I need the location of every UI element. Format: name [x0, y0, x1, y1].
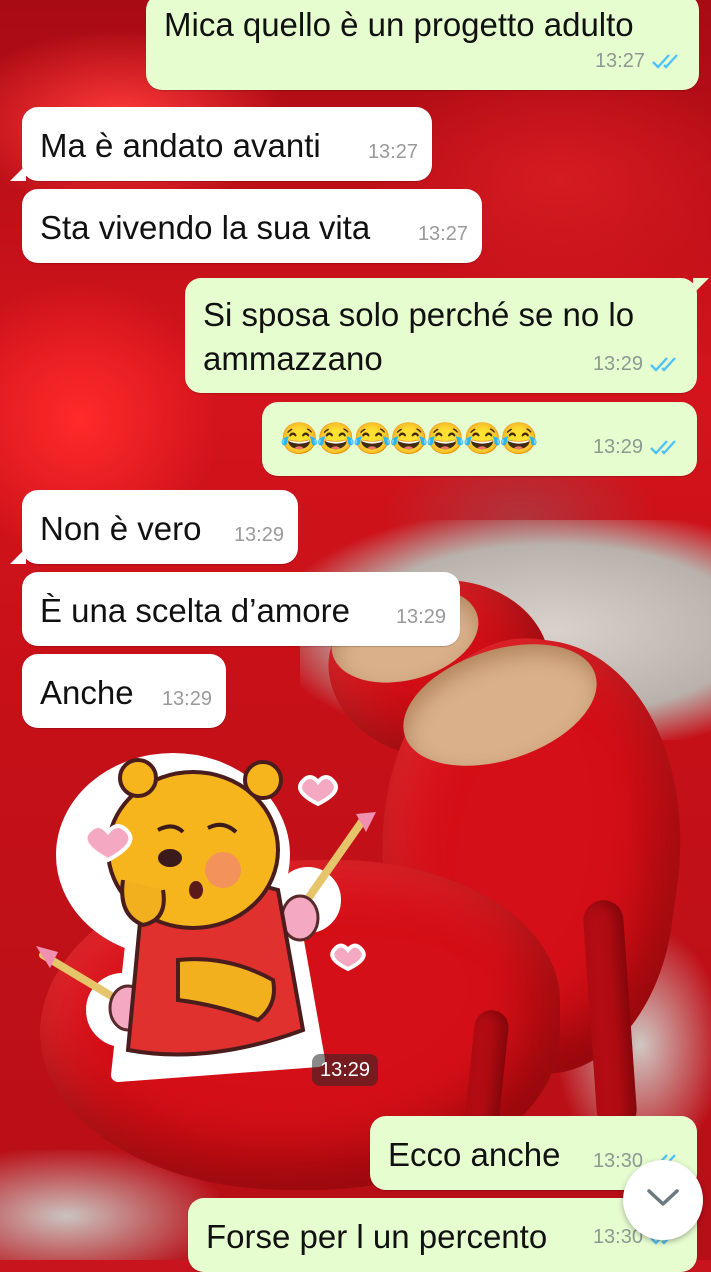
message-meta: 13:29	[162, 678, 212, 720]
message-bubble[interactable]: 😂😂😂😂😂😂😂 13:29	[262, 402, 697, 476]
sticker-time: 13:29	[312, 1054, 379, 1086]
message-text-line1: Si sposa solo perché se no lo	[203, 296, 635, 333]
message-text-line2: ammazzano	[203, 340, 383, 377]
message-list[interactable]: Mica quello è un progetto adulto 13:27 M…	[0, 0, 711, 1272]
message-meta: 13:27	[368, 131, 418, 173]
message-text: Forse per l un percento	[206, 1218, 548, 1255]
message-text: Ma è andato avanti	[40, 127, 321, 164]
message-meta: 13:29	[396, 596, 446, 638]
message-bubble[interactable]: Anche 13:29	[22, 654, 226, 728]
read-double-check-icon	[649, 355, 683, 373]
message-time: 13:27	[417, 223, 468, 245]
message-text: Non è vero	[40, 510, 202, 547]
message-bubble[interactable]: Ma è andato avanti 13:27	[10, 107, 432, 181]
message-meta: 13:29	[593, 426, 683, 468]
message-bubble[interactable]: Mica quello è un progetto adulto 13:27	[146, 0, 699, 90]
message-bubble[interactable]: Forse per l un percento 13:30	[188, 1198, 697, 1272]
message-emoji-text: 😂😂😂😂😂😂😂	[280, 421, 538, 456]
scroll-to-bottom-button[interactable]	[623, 1160, 703, 1240]
message-time: 13:29	[592, 353, 643, 375]
message-text: È una scelta d’amore	[40, 592, 351, 629]
message-time: 13:27	[367, 141, 418, 163]
message-text: Mica quello è un progetto adulto	[164, 6, 634, 43]
message-bubble[interactable]: Non è vero 13:29	[10, 490, 298, 564]
message-bubble[interactable]: È una scelta d’amore 13:29	[22, 572, 460, 646]
message-text: Ecco anche	[388, 1136, 561, 1173]
message-text: Sta vivendo la sua vita	[40, 209, 371, 246]
message-text: Anche	[40, 674, 134, 711]
message-meta: 13:27	[595, 40, 685, 82]
message-time: 13:27	[594, 50, 645, 72]
message-bubble[interactable]: Si sposa solo perché se no lo ammazzano …	[185, 278, 709, 393]
read-double-check-icon	[651, 52, 685, 70]
chevron-down-icon	[646, 1188, 680, 1213]
message-time: 13:29	[233, 524, 284, 546]
message-time: 13:29	[395, 606, 446, 628]
message-time: 13:29	[592, 436, 643, 458]
message-time: 13:29	[161, 688, 212, 710]
message-meta: 13:29	[593, 343, 683, 385]
read-double-check-icon	[649, 438, 683, 456]
winnie-pooh-cupid-sticker-icon[interactable]	[28, 740, 378, 1090]
message-bubble[interactable]: Sta vivendo la sua vita 13:27	[22, 189, 482, 263]
message-meta: 13:27	[418, 213, 468, 255]
message-meta: 13:29	[234, 514, 284, 556]
